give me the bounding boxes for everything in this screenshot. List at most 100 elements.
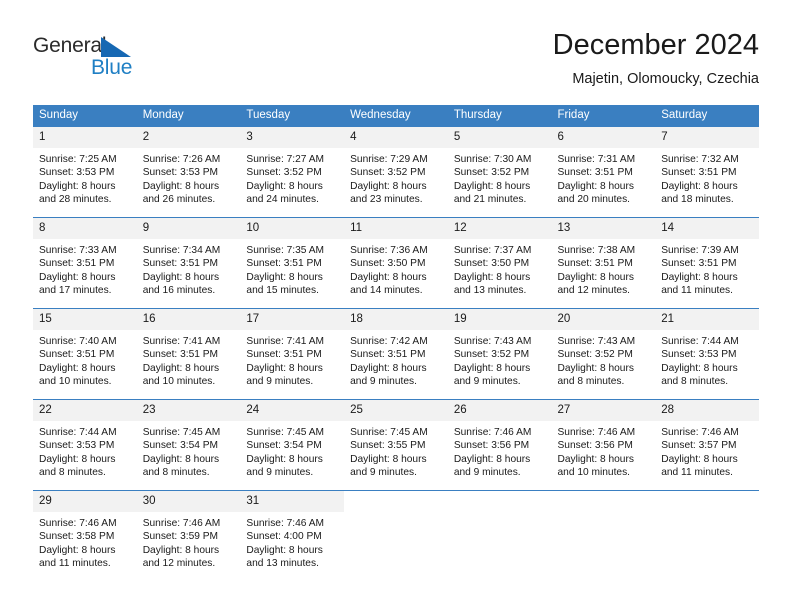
day-cell[interactable]: 24 Sunrise: 7:45 AM Sunset: 3:54 PM Dayl…	[240, 399, 345, 491]
sunset-text: Sunset: 3:51 PM	[557, 167, 633, 179]
day-number	[447, 491, 552, 512]
page-title: December 2024	[552, 29, 759, 61]
day-cell[interactable]: 19 Sunrise: 7:43 AM Sunset: 3:52 PM Dayl…	[447, 308, 552, 400]
sunrise-text: Sunrise: 7:44 AM	[39, 427, 117, 438]
daylight-text-line2: and 8 minutes.	[142, 467, 210, 479]
day-cell[interactable]: 29 Sunrise: 7:46 AM Sunset: 3:58 PM Dayl…	[33, 490, 137, 581]
day-number: 10	[240, 218, 345, 239]
day-cell[interactable]: 2 Sunrise: 7:26 AM Sunset: 3:53 PM Dayli…	[136, 126, 241, 218]
sunset-text: Sunset: 3:52 PM	[350, 167, 426, 179]
daylight-text-line2: and 23 minutes.	[350, 194, 423, 206]
day-cell[interactable]: 27 Sunrise: 7:46 AM Sunset: 3:56 PM Dayl…	[551, 399, 656, 491]
sunrise-text: Sunrise: 7:46 AM	[246, 518, 324, 529]
day-details: Sunrise: 7:45 AM Sunset: 3:54 PM Dayligh…	[240, 421, 344, 480]
daylight-text-line1: Daylight: 8 hours	[350, 180, 427, 192]
daylight-text-line1: Daylight: 8 hours	[246, 271, 323, 283]
sunrise-text: Sunrise: 7:32 AM	[661, 154, 739, 165]
day-details: Sunrise: 7:43 AM Sunset: 3:52 PM Dayligh…	[448, 330, 552, 389]
day-number: 14	[655, 218, 759, 239]
daylight-text-line2: and 24 minutes.	[246, 194, 319, 206]
day-cell[interactable]: 17 Sunrise: 7:41 AM Sunset: 3:51 PM Dayl…	[240, 308, 345, 400]
sunrise-text: Sunrise: 7:43 AM	[557, 336, 636, 347]
day-cell[interactable]: 26 Sunrise: 7:46 AM Sunset: 3:56 PM Dayl…	[447, 399, 552, 491]
day-header-wednesday: Wednesday	[344, 105, 448, 127]
day-cell[interactable]: 7 Sunrise: 7:32 AM Sunset: 3:51 PM Dayli…	[655, 126, 759, 218]
daylight-text-line2: and 14 minutes.	[350, 285, 423, 297]
logo-triangle-icon	[101, 37, 131, 57]
sunset-text: Sunset: 3:55 PM	[350, 440, 426, 452]
day-details: Sunrise: 7:46 AM Sunset: 3:58 PM Dayligh…	[33, 512, 137, 571]
day-cell[interactable]: 5 Sunrise: 7:30 AM Sunset: 3:52 PM Dayli…	[447, 126, 552, 218]
day-number: 12	[447, 218, 552, 239]
day-cell[interactable]: 30 Sunrise: 7:46 AM Sunset: 3:59 PM Dayl…	[136, 490, 241, 581]
daylight-text-line2: and 17 minutes.	[39, 285, 112, 297]
day-number: 26	[447, 400, 552, 421]
day-details: Sunrise: 7:38 AM Sunset: 3:51 PM Dayligh…	[552, 239, 656, 298]
day-details: Sunrise: 7:40 AM Sunset: 3:51 PM Dayligh…	[33, 330, 137, 389]
day-cell[interactable]: 25 Sunrise: 7:45 AM Sunset: 3:55 PM Dayl…	[344, 399, 448, 491]
day-cell-empty	[551, 490, 656, 581]
daylight-text-line1: Daylight: 8 hours	[142, 453, 220, 465]
week-row: 15 Sunrise: 7:40 AM Sunset: 3:51 PM Dayl…	[33, 308, 759, 400]
daylight-text-line2: and 16 minutes.	[142, 285, 216, 297]
day-cell[interactable]: 21 Sunrise: 7:44 AM Sunset: 3:53 PM Dayl…	[655, 308, 759, 400]
day-cell[interactable]: 11 Sunrise: 7:36 AM Sunset: 3:50 PM Dayl…	[344, 217, 448, 309]
sunrise-text: Sunrise: 7:46 AM	[142, 518, 221, 529]
day-cell[interactable]: 16 Sunrise: 7:41 AM Sunset: 3:51 PM Dayl…	[136, 308, 241, 400]
sunrise-text: Sunrise: 7:26 AM	[142, 154, 221, 165]
day-header-friday: Friday	[551, 105, 656, 127]
day-number: 29	[33, 491, 137, 512]
daylight-text-line1: Daylight: 8 hours	[39, 453, 116, 465]
day-cell[interactable]: 8 Sunrise: 7:33 AM Sunset: 3:51 PM Dayli…	[33, 217, 137, 309]
daylight-text-line2: and 11 minutes.	[661, 467, 733, 479]
day-cell[interactable]: 6 Sunrise: 7:31 AM Sunset: 3:51 PM Dayli…	[551, 126, 656, 218]
daylight-text-line1: Daylight: 8 hours	[246, 544, 323, 556]
day-details: Sunrise: 7:31 AM Sunset: 3:51 PM Dayligh…	[552, 148, 656, 207]
day-cell[interactable]: 15 Sunrise: 7:40 AM Sunset: 3:51 PM Dayl…	[33, 308, 137, 400]
daylight-text-line1: Daylight: 8 hours	[557, 180, 634, 192]
daylight-text-line2: and 15 minutes.	[246, 285, 319, 297]
day-number: 5	[447, 127, 552, 148]
week-row: 29 Sunrise: 7:46 AM Sunset: 3:58 PM Dayl…	[33, 490, 759, 581]
day-cell[interactable]: 14 Sunrise: 7:39 AM Sunset: 3:51 PM Dayl…	[655, 217, 759, 309]
daylight-text-line2: and 11 minutes.	[39, 558, 111, 570]
daylight-text-line2: and 9 minutes.	[350, 376, 417, 388]
sunset-text: Sunset: 3:56 PM	[453, 440, 530, 452]
day-cell[interactable]: 1 Sunrise: 7:25 AM Sunset: 3:53 PM Dayli…	[33, 126, 137, 218]
daylight-text-line2: and 9 minutes.	[246, 467, 314, 479]
general-blue-logo: General Blue	[33, 34, 213, 90]
calendar-grid: Sunday Monday Tuesday Wednesday Thursday…	[33, 105, 759, 581]
day-cell[interactable]: 31 Sunrise: 7:46 AM Sunset: 4:00 PM Dayl…	[240, 490, 345, 581]
day-cell[interactable]: 18 Sunrise: 7:42 AM Sunset: 3:51 PM Dayl…	[344, 308, 448, 400]
day-number: 27	[551, 400, 656, 421]
day-details: Sunrise: 7:44 AM Sunset: 3:53 PM Dayligh…	[655, 330, 759, 389]
sunset-text: Sunset: 3:51 PM	[661, 258, 737, 270]
daylight-text-line1: Daylight: 8 hours	[557, 453, 634, 465]
day-number	[655, 491, 759, 512]
day-cell[interactable]: 9 Sunrise: 7:34 AM Sunset: 3:51 PM Dayli…	[136, 217, 241, 309]
sunrise-text: Sunrise: 7:41 AM	[246, 336, 324, 347]
day-cell[interactable]: 28 Sunrise: 7:46 AM Sunset: 3:57 PM Dayl…	[655, 399, 759, 491]
day-number	[551, 491, 656, 512]
daylight-text-line1: Daylight: 8 hours	[453, 453, 531, 465]
day-details: Sunrise: 7:30 AM Sunset: 3:52 PM Dayligh…	[448, 148, 552, 207]
sunset-text: Sunset: 3:51 PM	[350, 349, 426, 361]
sunrise-text: Sunrise: 7:46 AM	[557, 427, 636, 438]
day-cell[interactable]: 13 Sunrise: 7:38 AM Sunset: 3:51 PM Dayl…	[551, 217, 656, 309]
daylight-text-line1: Daylight: 8 hours	[39, 271, 116, 283]
day-number: 22	[33, 400, 137, 421]
daylight-text-line2: and 9 minutes.	[453, 467, 521, 479]
day-cell[interactable]: 3 Sunrise: 7:27 AM Sunset: 3:52 PM Dayli…	[240, 126, 345, 218]
day-cell[interactable]: 22 Sunrise: 7:44 AM Sunset: 3:53 PM Dayl…	[33, 399, 137, 491]
sunrise-text: Sunrise: 7:27 AM	[246, 154, 324, 165]
day-cell[interactable]: 23 Sunrise: 7:45 AM Sunset: 3:54 PM Dayl…	[136, 399, 241, 491]
day-cell[interactable]: 12 Sunrise: 7:37 AM Sunset: 3:50 PM Dayl…	[447, 217, 552, 309]
day-cell[interactable]: 10 Sunrise: 7:35 AM Sunset: 3:51 PM Dayl…	[240, 217, 345, 309]
day-cell[interactable]: 20 Sunrise: 7:43 AM Sunset: 3:52 PM Dayl…	[551, 308, 656, 400]
title-block: December 2024 Majetin, Olomoucky, Czechi…	[553, 28, 759, 89]
sunrise-text: Sunrise: 7:39 AM	[661, 245, 739, 256]
sunset-text: Sunset: 3:51 PM	[246, 258, 322, 270]
day-cell[interactable]: 4 Sunrise: 7:29 AM Sunset: 3:52 PM Dayli…	[344, 126, 448, 218]
day-details: Sunrise: 7:46 AM Sunset: 4:00 PM Dayligh…	[240, 512, 344, 571]
day-number: 13	[551, 218, 656, 239]
